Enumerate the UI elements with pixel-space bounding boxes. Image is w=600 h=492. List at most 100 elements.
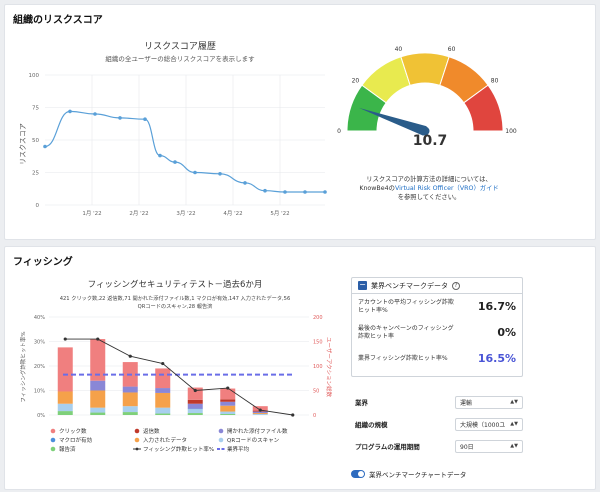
bar-segment[interactable] [90,380,106,391]
bar-segment[interactable] [90,407,106,413]
phish-chart-title: フィッシングセキュリティテスト－過去6か月 [88,279,263,290]
vro-guide-link[interactable]: Virtual Risk Officer（VRO）ガイド [395,185,499,192]
legend-swatch [218,428,224,434]
bar-segment[interactable] [252,414,268,415]
gauge-tick-label: 60 [448,46,456,53]
gauge-tick-label: 20 [352,77,360,84]
bar-segment[interactable] [57,411,73,415]
legend-item[interactable]: 報告済 [59,445,76,453]
risk-data-point[interactable] [263,188,267,193]
hit-rate-point[interactable] [96,337,100,341]
question-circle-icon[interactable]: ? [452,281,460,290]
hit-rate-point[interactable] [161,361,165,366]
legend-swatch [50,428,56,434]
legend-swatch [50,437,56,443]
legend-item[interactable]: クリック数 [59,427,87,435]
legend-swatch [135,447,139,451]
risk-chart-ylabel: リスクスコア [19,123,27,165]
bar-segment[interactable] [187,403,203,409]
bar-segment[interactable] [220,388,236,400]
legend-item[interactable]: 返信数 [143,427,160,435]
hit-rate-point[interactable] [128,354,132,358]
risk-data-point[interactable] [158,153,162,158]
chevron-updown-icon: ▲▼ [510,399,518,405]
x-tick-label: 1月 '22 [82,210,101,217]
chevron-updown-icon: ▲▼ [510,443,518,449]
y-tick-label: 50 [32,138,39,144]
bar-segment[interactable] [187,409,203,414]
chevron-updown-icon: ▲▼ [510,421,518,427]
bar-segment[interactable] [57,347,73,392]
bar-segment[interactable] [155,388,171,393]
bar-segment[interactable] [252,413,268,415]
legend-item[interactable]: QRコードのスキャン [227,437,280,444]
risk-data-point[interactable] [173,160,177,164]
risk-data-point[interactable] [323,190,327,194]
hit-rate-point[interactable] [226,386,230,390]
risk-data-point[interactable] [68,109,72,114]
risk-data-point[interactable] [118,116,122,120]
hit-rate-point[interactable] [291,413,295,417]
legend-item[interactable]: 開かれた添付ファイル数 [227,427,288,435]
bar-segment[interactable] [220,414,236,415]
bar-segment[interactable] [252,411,268,414]
risk-data-point[interactable] [303,190,307,194]
risk-data-point[interactable] [143,117,147,121]
bar-segment[interactable] [122,412,138,415]
benchmark-chart-toggle-row: 業界ベンチマークチャートデータ [351,469,466,479]
legend-item[interactable]: 入力されたデータ [143,436,187,444]
bar-segment[interactable] [57,403,73,412]
risk-data-point[interactable] [193,170,197,175]
gauge-tick-label: 100 [505,128,517,135]
benchmark-value: 16.5% [477,352,516,365]
bar-segment[interactable] [122,392,138,407]
bar-segment[interactable] [187,399,203,404]
program-period-select[interactable]: 90日 ▲▼ [455,439,523,453]
y2-tick-label: 150 [313,340,323,346]
bar-segment[interactable] [122,386,138,393]
gauge-tick-label: 80 [491,77,499,84]
risk-data-point[interactable] [218,172,222,176]
bar-segment[interactable] [220,411,236,415]
bar-segment[interactable] [57,391,73,404]
bar-segment[interactable] [220,399,236,402]
bar-segment[interactable] [90,390,106,408]
bar-segment[interactable] [155,413,171,415]
benchmark-label: アカウントの平均フィッシング詐欺ヒット率% [358,299,454,314]
bar-segment[interactable] [220,405,236,412]
y-tick-label: 75 [32,106,39,112]
collapse-icon[interactable]: − [358,281,367,290]
risk-data-point[interactable] [283,190,287,194]
hit-rate-point[interactable] [258,408,262,412]
industry-select[interactable]: 運輸 ▲▼ [455,395,523,409]
bar-segment[interactable] [155,368,171,389]
benchmark-chart-toggle[interactable] [351,470,365,478]
risk-score-card: 組織のリスクスコア リスクスコア履歴 組織の全ユーザーの総合リスクスコアを表示し… [4,4,596,240]
risk-data-point[interactable] [243,181,247,185]
legend-item[interactable]: フィッシング詐欺ヒット率% [143,445,214,453]
industry-select-value: 運輸 [460,399,473,407]
x-tick-label: 5月 '22 [270,210,289,217]
bar-segment[interactable] [122,406,138,413]
phishing-test-chart: フィッシングセキュリティテスト－過去6か月 421 クリック数,22 返信数,7… [19,279,333,453]
bar-segment[interactable] [155,392,171,408]
hit-rate-point[interactable] [193,388,197,393]
legend-item[interactable]: マクロが有効 [59,436,93,444]
risk-data-point[interactable] [93,112,97,116]
legend-item[interactable]: 業界平均 [227,445,250,453]
program-period-select-row: プログラムの運用期間 90日 ▲▼ [355,438,523,454]
org-size-select[interactable]: 大規模（1000ユ ▲▼ [455,417,523,431]
bar-segment[interactable] [90,412,106,415]
toggle-knob [358,471,364,477]
bar-segment[interactable] [155,407,171,414]
benchmark-chart-toggle-label: 業界ベンチマークチャートデータ [369,471,467,479]
risk-chart-title: リスクスコア履歴 [144,41,216,52]
phish-chart-y2label: ユーザーアクション総数 [325,337,333,397]
bar-segment[interactable] [187,413,203,415]
y-tick-label: 0% [37,413,45,419]
bar-segment[interactable] [220,401,236,406]
y2-tick-label: 200 [313,315,323,321]
risk-data-point[interactable] [43,144,47,149]
benchmark-label: 最後のキャンペーンのフィッシング詐欺ヒット率 [358,325,454,340]
hit-rate-point[interactable] [63,337,67,341]
